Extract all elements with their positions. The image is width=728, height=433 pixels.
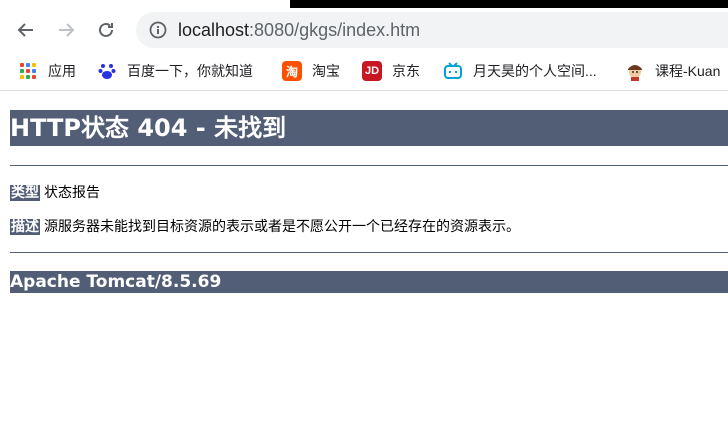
bookmark-baidu[interactable]: 百度一下，你就知道	[97, 60, 253, 82]
forward-button[interactable]	[50, 14, 82, 46]
page-content: HTTP状态 404 - 未找到	[10, 110, 728, 146]
divider	[10, 252, 728, 253]
info-icon[interactable]	[148, 20, 168, 40]
back-button[interactable]	[10, 14, 42, 46]
baidu-paw-icon	[97, 61, 117, 81]
taobao-icon: 淘	[282, 61, 302, 81]
back-arrow-icon	[17, 23, 33, 37]
type-label: 类型	[10, 185, 40, 201]
jd-icon: JD	[362, 61, 382, 81]
bookmark-jd[interactable]: JD 京东	[362, 60, 420, 82]
bookmark-course[interactable]: 课程-Kuan	[625, 60, 720, 82]
reload-button[interactable]	[90, 14, 122, 46]
server-footer: Apache Tomcat/8.5.69	[10, 271, 728, 293]
description-label: 描述	[10, 219, 40, 235]
bookmark-label: 淘宝	[312, 63, 340, 79]
bookmark-label: 月天昊的个人空间...	[473, 63, 597, 79]
browser-toolbar: localhost:8080/gkgs/index.htm	[0, 8, 728, 52]
page-title: HTTP状态 404 - 未找到	[10, 110, 728, 146]
bookmark-label: 百度一下，你就知道	[127, 63, 253, 79]
description-row: 描述 源服务器未能找到目标资源的表示或者是不愿公开一个已经存在的资源表示。	[10, 218, 520, 236]
address-bar[interactable]: localhost:8080/gkgs/index.htm	[136, 12, 728, 48]
reload-icon	[99, 22, 113, 37]
title-bar-dark	[290, 0, 728, 8]
url-path: :8080/gkgs/index.htm	[249, 20, 421, 40]
type-value: 状态报告	[44, 185, 100, 201]
bookmarks-bar: 应用 百度一下，你就知道 淘 淘宝 JD 京东 月天昊的个人空间... 课程-K…	[0, 52, 728, 91]
bookmark-label: 京东	[392, 63, 420, 79]
bookmark-taobao[interactable]: 淘 淘宝	[282, 60, 340, 82]
url-text: localhost:8080/gkgs/index.htm	[178, 20, 420, 40]
bilibili-tv-icon	[443, 61, 463, 81]
bookmark-label: 课程-Kuan	[655, 63, 721, 79]
apps-grid-icon	[18, 61, 38, 81]
forward-arrow-icon	[59, 23, 75, 37]
url-host: localhost	[178, 20, 250, 40]
bookmark-apps[interactable]: 应用	[18, 60, 76, 82]
avatar-icon	[625, 61, 645, 81]
bookmark-label: 应用	[48, 63, 76, 79]
description-value: 源服务器未能找到目标资源的表示或者是不愿公开一个已经存在的资源表示。	[44, 219, 520, 235]
type-row: 类型 状态报告	[10, 184, 100, 202]
window-top-strip	[0, 0, 728, 8]
divider	[10, 165, 728, 166]
bookmark-bilibili[interactable]: 月天昊的个人空间...	[443, 60, 597, 82]
